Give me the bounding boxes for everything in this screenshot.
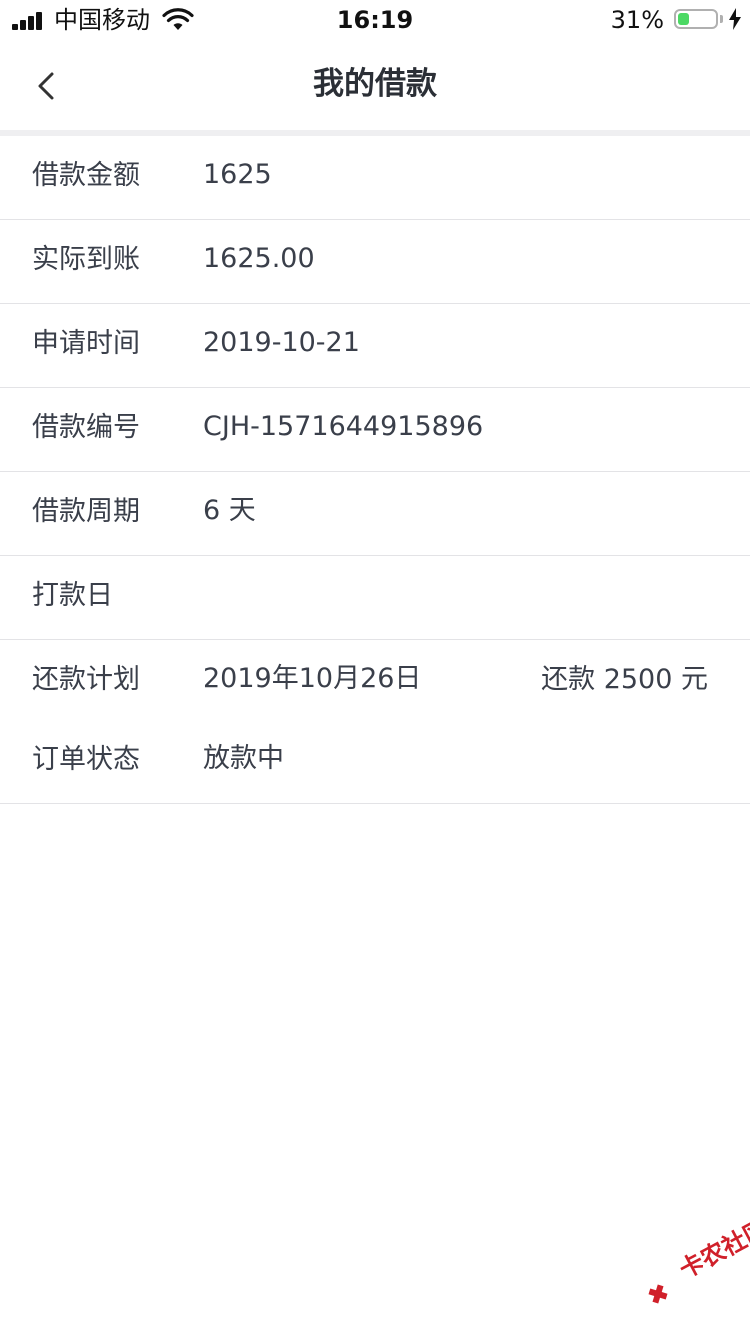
row-label: 借款编号 xyxy=(32,412,140,443)
battery-cap xyxy=(720,15,723,23)
status-bar: 中国移动 16:19 31% xyxy=(0,0,750,40)
row-value: 6 天 xyxy=(203,495,256,526)
row-label: 申请时间 xyxy=(32,328,140,359)
order-status-value: 放款中 xyxy=(203,743,284,774)
row-value: 1625.00 xyxy=(203,243,315,274)
row-order-status: 订单状态 放款中 xyxy=(0,720,750,804)
row-label: 打款日 xyxy=(32,580,113,611)
row-value: 2019-10-21 xyxy=(203,327,360,358)
battery-percentage: 31% xyxy=(610,6,664,34)
row-label: 借款金额 xyxy=(32,160,140,191)
row-loan-number: 借款编号 CJH-1571644915896 xyxy=(0,388,750,472)
row-actual-received: 实际到账 1625.00 xyxy=(0,220,750,304)
charging-bolt-icon xyxy=(729,8,741,30)
repayment-amount: 还款 2500 元 xyxy=(541,664,708,695)
row-loan-period: 借款周期 6 天 xyxy=(0,472,750,556)
battery-icon xyxy=(674,9,718,29)
row-label: 还款计划 xyxy=(32,664,140,695)
loan-detail-list: 借款金额 1625 实际到账 1625.00 申请时间 2019-10-21 借… xyxy=(0,136,750,804)
battery-level-fill xyxy=(678,13,689,25)
row-label: 借款周期 xyxy=(32,496,140,527)
row-loan-amount: 借款金额 1625 xyxy=(0,136,750,220)
row-application-time: 申请时间 2019-10-21 xyxy=(0,304,750,388)
navigation-bar: 我的借款 xyxy=(0,40,750,130)
row-repayment-plan: 还款计划 2019年10月26日 还款 2500 元 xyxy=(0,640,750,720)
row-label: 订单状态 xyxy=(32,744,140,775)
row-payout-date: 打款日 xyxy=(0,556,750,640)
row-value: 2019年10月26日 xyxy=(203,663,422,694)
row-value: 1625 xyxy=(203,159,272,190)
page-title: 我的借款 xyxy=(313,66,437,102)
row-value: CJH-1571644915896 xyxy=(203,411,484,442)
row-label: 实际到账 xyxy=(32,244,140,275)
